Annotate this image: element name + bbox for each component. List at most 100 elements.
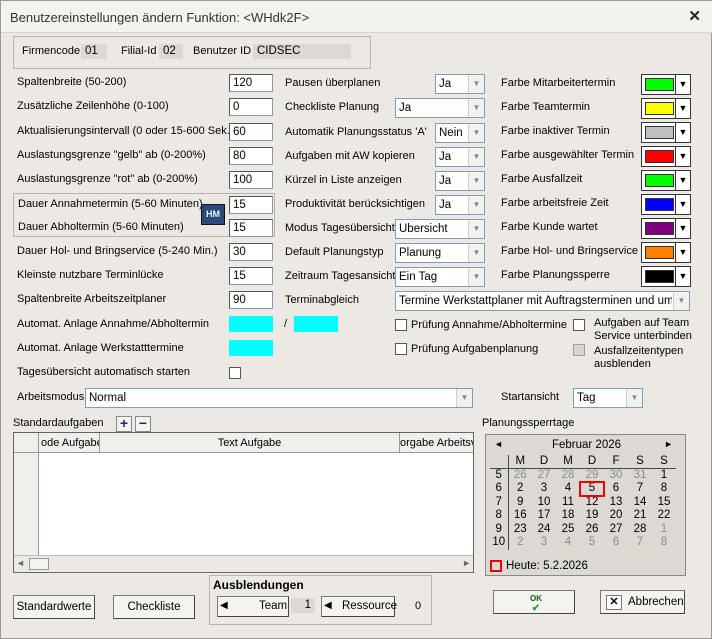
holbring-input[interactable]: 30 — [229, 243, 273, 261]
chevron-down-icon[interactable]: ▼ — [468, 196, 484, 214]
calendar-day[interactable]: 31 — [628, 469, 652, 483]
scroll-right-icon[interactable]: ► — [462, 558, 471, 568]
aw-select[interactable]: Ja ▼ — [435, 147, 485, 167]
column-header-vorgabe[interactable]: orgabe Arbeitsv — [400, 433, 473, 453]
calendar-day[interactable]: 14 — [628, 496, 652, 510]
calendar-day[interactable]: 15 — [652, 496, 676, 510]
ressource-button[interactable]: ◀ Ressource — [321, 596, 397, 617]
chevron-down-icon[interactable]: ▼ — [675, 147, 690, 166]
scroll-thumb[interactable] — [29, 558, 49, 570]
abgleich-select[interactable]: Termine Werkstattplaner mit Auftragsterm… — [395, 291, 690, 311]
calendar-day[interactable]: 24 — [532, 523, 556, 537]
farbe-color-picker[interactable]: ▼ — [641, 98, 691, 119]
ok-button[interactable]: OK ✔ — [493, 590, 575, 614]
anlage-annahme-color[interactable] — [229, 316, 273, 332]
calendar-day[interactable]: 6 — [604, 482, 628, 496]
standardwerte-button[interactable]: Standardwerte — [13, 595, 95, 619]
calendar-day[interactable]: 20 — [604, 509, 628, 523]
farbe-color-picker[interactable]: ▼ — [641, 170, 691, 191]
chevron-down-icon[interactable]: ▼ — [468, 99, 484, 117]
calendar-day[interactable]: 27 — [532, 469, 556, 483]
calendar-day[interactable]: 28 — [628, 523, 652, 537]
calendar-day[interactable]: 16 — [508, 509, 532, 523]
farbe-color-picker[interactable]: ▼ — [641, 266, 691, 287]
anlage-werkstatt-color[interactable] — [229, 340, 273, 356]
calendar-day[interactable]: 9 — [508, 496, 532, 510]
farbe-color-picker[interactable]: ▼ — [641, 218, 691, 239]
kuerzel-select[interactable]: Ja ▼ — [435, 171, 485, 191]
remove-icon[interactable]: − — [135, 416, 151, 432]
chevron-down-icon[interactable]: ▼ — [675, 99, 690, 118]
calendar-day[interactable]: 22 — [652, 509, 676, 523]
calendar-day[interactable]: 26 — [580, 523, 604, 537]
abhol-input[interactable]: 15 — [229, 219, 273, 237]
chevron-down-icon[interactable]: ▼ — [675, 75, 690, 94]
rot-input[interactable]: 100 — [229, 171, 273, 189]
zeilenhoehe-input[interactable]: 0 — [229, 98, 273, 116]
chevron-down-icon[interactable]: ▼ — [468, 75, 484, 93]
calendar-day[interactable]: 7 — [628, 536, 652, 550]
team-button[interactable]: ◀ Team — [217, 596, 289, 617]
farbe-color-picker[interactable]: ▼ — [641, 122, 691, 143]
calendar-day[interactable]: 21 — [628, 509, 652, 523]
add-icon[interactable]: + — [116, 416, 132, 432]
calendar-day[interactable]: 10 — [532, 496, 556, 510]
column-header-text[interactable]: Text Aufgabe — [100, 433, 400, 453]
auto-start-checkbox[interactable] — [229, 367, 241, 379]
chevron-down-icon[interactable]: ▼ — [468, 124, 484, 142]
calendar-day[interactable]: 3 — [532, 536, 556, 550]
annahme-input[interactable]: 15 — [229, 196, 273, 214]
chevron-down-icon[interactable]: ▼ — [675, 243, 690, 262]
calendar-day[interactable]: 29 — [580, 469, 604, 483]
calendar-day[interactable]: 12 — [580, 496, 604, 510]
calendar-day[interactable]: 26 — [508, 469, 532, 483]
arbeitszeit-input[interactable]: 90 — [229, 291, 273, 309]
calendar-day[interactable]: 5 — [579, 481, 605, 497]
luecke-input[interactable]: 15 — [229, 267, 273, 285]
calendar-day[interactable]: 28 — [556, 469, 580, 483]
calendar-day[interactable]: 3 — [532, 482, 556, 496]
close-icon[interactable]: ✕ — [688, 7, 701, 25]
aktualisierung-input[interactable]: 60 — [229, 123, 273, 141]
farbe-color-picker[interactable]: ▼ — [641, 194, 691, 215]
produktiv-select[interactable]: Ja ▼ — [435, 195, 485, 215]
calendar-day[interactable]: 25 — [556, 523, 580, 537]
chevron-down-icon[interactable]: ▼ — [626, 389, 642, 407]
chevron-down-icon[interactable]: ▼ — [675, 123, 690, 142]
farbe-color-picker[interactable]: ▼ — [641, 146, 691, 167]
checkliste-button[interactable]: Checkliste — [113, 595, 195, 619]
chevron-down-icon[interactable]: ▼ — [468, 268, 484, 286]
calendar-grid[interactable]: M D M D F S S 5 26 27 28 29 30 31 1 6 2 3 4 5 6 7 8 7 9 10 11 12 13 1… — [490, 455, 676, 550]
scroll-left-icon[interactable]: ◄ — [16, 558, 25, 568]
calendar-day[interactable]: 18 — [556, 509, 580, 523]
hm-icon[interactable]: HM — [201, 204, 225, 225]
calendar-day[interactable]: 5 — [580, 536, 604, 550]
chevron-down-icon[interactable]: ▼ — [673, 292, 689, 310]
calendar-today[interactable]: Heute: 5.2.2026 — [506, 560, 588, 572]
calendar-day[interactable]: 23 — [508, 523, 532, 537]
calendar-next-icon[interactable]: ► — [664, 439, 673, 449]
pruef-aufgaben-checkbox[interactable] — [395, 343, 407, 355]
spaltenbreite-input[interactable]: 120 — [229, 74, 273, 92]
status-select[interactable]: Nein ▼ — [435, 123, 485, 143]
calendar-day[interactable]: 17 — [532, 509, 556, 523]
typ-select[interactable]: Planung ▼ — [395, 243, 485, 263]
chevron-down-icon[interactable]: ▼ — [675, 267, 690, 286]
checkliste-select[interactable]: Ja ▼ — [395, 98, 485, 118]
calendar-day[interactable]: 4 — [556, 482, 580, 496]
modus-select[interactable]: Übersicht ▼ — [395, 219, 485, 239]
farbe-color-picker[interactable]: ▼ — [641, 74, 691, 95]
chevron-down-icon[interactable]: ▼ — [675, 171, 690, 190]
calendar-day[interactable]: 1 — [652, 469, 676, 483]
startansicht-select[interactable]: Tag ▼ — [573, 388, 643, 408]
chevron-down-icon[interactable]: ▼ — [456, 389, 472, 407]
calendar-day[interactable]: 8 — [652, 482, 676, 496]
calendar-day[interactable]: 4 — [556, 536, 580, 550]
calendar-day[interactable]: 2 — [508, 536, 532, 550]
chevron-down-icon[interactable]: ▼ — [468, 220, 484, 238]
chevron-down-icon[interactable]: ▼ — [675, 195, 690, 214]
chevron-down-icon[interactable]: ▼ — [468, 172, 484, 190]
calendar-day[interactable]: 8 — [652, 536, 676, 550]
pausen-select[interactable]: Ja ▼ — [435, 74, 485, 94]
calendar-day[interactable]: 7 — [628, 482, 652, 496]
